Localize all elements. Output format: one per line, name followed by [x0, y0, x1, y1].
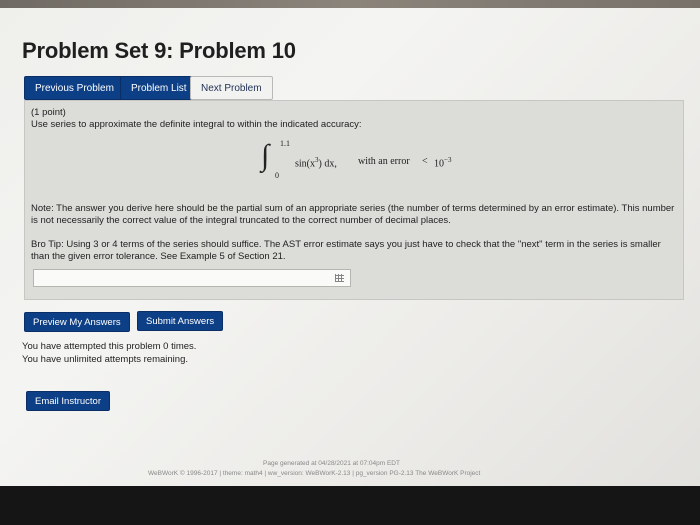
problem-box: (1 point) Use series to approximate the …: [24, 100, 684, 300]
tip-line-2: than the given error tolerance. See Exam…: [31, 251, 286, 262]
email-instructor-button[interactable]: Email Instructor: [26, 391, 110, 411]
error-text: with an error: [358, 156, 410, 167]
integral-lower-limit: 0: [275, 171, 279, 180]
submit-answers-button[interactable]: Submit Answers: [137, 311, 224, 331]
next-problem-button[interactable]: Next Problem: [190, 76, 273, 100]
footer-credits: WeBWorK © 1996-2017 | theme: math4 | ww_…: [148, 470, 481, 477]
preview-answers-button[interactable]: Preview My Answers: [24, 312, 130, 332]
answer-input[interactable]: [33, 269, 351, 287]
footer-generated: Page generated at 04/28/2021 at 07:04pm …: [263, 460, 400, 467]
monitor-bottom-bezel: [0, 486, 700, 525]
problem-list-button[interactable]: Problem List: [120, 76, 198, 100]
less-than-sign: <: [422, 156, 428, 167]
integrand: sin(x3) dx,: [295, 156, 337, 170]
error-bound: 10−3: [434, 156, 452, 170]
problem-points: (1 point): [31, 107, 66, 118]
attempts-count: You have attempted this problem 0 times.: [22, 341, 197, 352]
integral-sign: ∫: [261, 139, 270, 172]
attempts-remaining: You have unlimited attempts remaining.: [22, 354, 188, 365]
grid-icon[interactable]: [335, 274, 344, 282]
problem-instruction: Use series to approximate the definite i…: [31, 119, 362, 130]
integral-upper-limit: 1.1: [280, 139, 290, 148]
previous-problem-button[interactable]: Previous Problem: [24, 76, 125, 100]
note-line-2: is not necessarily the correct value of …: [31, 215, 451, 226]
browser-page: Problem Set 9: Problem 10 Previous Probl…: [0, 8, 700, 486]
note-line-1: Note: The answer you derive here should …: [31, 203, 675, 214]
page-title: Problem Set 9: Problem 10: [22, 38, 296, 63]
tip-line-1: Bro Tip: Using 3 or 4 terms of the serie…: [31, 239, 661, 250]
